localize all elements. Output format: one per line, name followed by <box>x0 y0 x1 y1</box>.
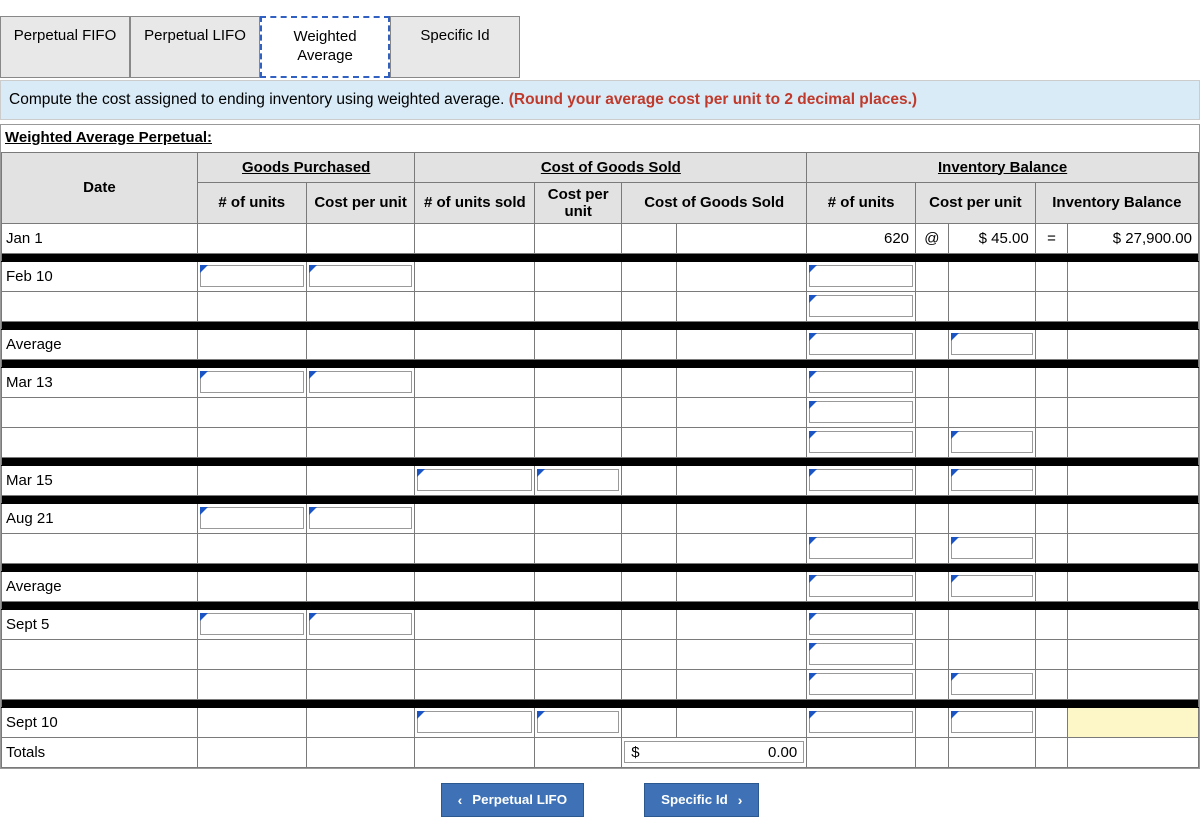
date-cell: Jan 1 <box>2 223 198 253</box>
ib-units-input[interactable] <box>807 639 916 669</box>
ib-units-input[interactable] <box>807 329 916 359</box>
ib-units-input[interactable] <box>807 465 916 495</box>
gp-units-input[interactable] <box>197 261 306 291</box>
inventory-table: Date Goods Purchased Cost of Goods Sold … <box>1 152 1199 768</box>
gp-cost-input[interactable] <box>306 609 415 639</box>
next-button[interactable]: Specific Id › <box>644 783 759 817</box>
ib-cost-input[interactable] <box>948 329 1035 359</box>
gp-cost-input[interactable] <box>306 367 415 397</box>
ib-cost-input[interactable] <box>948 427 1035 457</box>
cogs-value: 0.00 <box>646 744 804 761</box>
ib-cost-input[interactable] <box>948 707 1035 737</box>
ib-units-input[interactable] <box>807 571 916 601</box>
cs-cost-input[interactable] <box>535 465 622 495</box>
date-cell: Sept 10 <box>2 707 198 737</box>
row-sept-5: Sept 5 <box>2 609 1199 639</box>
col-date: Date <box>2 152 198 223</box>
prev-label: Perpetual LIFO <box>472 792 567 807</box>
instruction-banner: Compute the cost assigned to ending inve… <box>0 80 1200 120</box>
date-cell: Aug 21 <box>2 503 198 533</box>
tab-perpetual-lifo[interactable]: Perpetual LIFO <box>130 16 260 78</box>
tab-bar: Perpetual FIFO Perpetual LIFO Weighted A… <box>0 0 1200 78</box>
instruction-emphasis: (Round your average cost per unit to 2 d… <box>509 91 917 108</box>
ib-units-input[interactable] <box>807 533 916 563</box>
col-ib-units: # of units <box>807 182 916 223</box>
row-sept-10: Sept 10 <box>2 707 1199 737</box>
cogs-total: $ 0.00 <box>622 737 807 767</box>
row-aug-21-b <box>2 533 1199 563</box>
next-label: Specific Id <box>661 792 728 807</box>
row-feb-10-b <box>2 291 1199 321</box>
worksheet-section: Weighted Average Perpetual: Date Goods P… <box>0 124 1200 769</box>
date-cell: Mar 15 <box>2 465 198 495</box>
cs-units-input[interactable] <box>415 465 535 495</box>
row-totals: Totals $ 0.00 <box>2 737 1199 767</box>
at-symbol: @ <box>916 223 949 253</box>
gp-units-input[interactable] <box>197 503 306 533</box>
final-balance-cell <box>1068 707 1199 737</box>
ib-cost-input[interactable] <box>948 533 1035 563</box>
ib-cost-input[interactable] <box>948 465 1035 495</box>
chevron-left-icon: ‹ <box>458 792 463 808</box>
cs-cost-input[interactable] <box>535 707 622 737</box>
date-cell: Average <box>2 571 198 601</box>
ib-cost: $ 45.00 <box>948 223 1035 253</box>
gp-cost-input[interactable] <box>306 503 415 533</box>
col-cs-units: # of units sold <box>415 182 535 223</box>
tab-specific-id[interactable]: Specific Id <box>390 16 520 78</box>
date-cell: Mar 13 <box>2 367 198 397</box>
row-aug-21: Aug 21 <box>2 503 1199 533</box>
ib-units-input[interactable] <box>807 291 916 321</box>
col-ib-cost: Cost per unit <box>916 182 1036 223</box>
row-sept-5-c <box>2 669 1199 699</box>
ib-units-input[interactable] <box>807 261 916 291</box>
tab-weighted-average[interactable]: Weighted Average <box>260 16 390 78</box>
ib-units-input[interactable] <box>807 609 916 639</box>
colgroup-cogs: Cost of Goods Sold <box>415 152 807 182</box>
date-cell: Feb 10 <box>2 261 198 291</box>
ib-units-input[interactable] <box>807 707 916 737</box>
col-cs-total: Cost of Goods Sold <box>622 182 807 223</box>
ib-units-input[interactable] <box>807 367 916 397</box>
ib-units-input[interactable] <box>807 669 916 699</box>
nav-bar: ‹ Perpetual LIFO Specific Id › <box>0 769 1200 835</box>
row-average-1: Average <box>2 329 1199 359</box>
ib-cost-input[interactable] <box>948 669 1035 699</box>
instruction-text: Compute the cost assigned to ending inve… <box>9 91 509 108</box>
ib-balance: $ 27,900.00 <box>1068 223 1199 253</box>
ib-units-input[interactable] <box>807 397 916 427</box>
colgroup-goods-purchased: Goods Purchased <box>197 152 415 182</box>
ib-units-input[interactable] <box>807 427 916 457</box>
cs-units-input[interactable] <box>415 707 535 737</box>
currency-symbol: $ <box>625 744 645 761</box>
row-feb-10: Feb 10 <box>2 261 1199 291</box>
gp-cost-input[interactable] <box>306 261 415 291</box>
row-sept-5-b <box>2 639 1199 669</box>
gp-units-input[interactable] <box>197 609 306 639</box>
row-mar-13-b <box>2 397 1199 427</box>
col-gp-cost: Cost per unit <box>306 182 415 223</box>
date-cell: Average <box>2 329 198 359</box>
row-jan-1: Jan 1 620 @ $ 45.00 = $ 27,900.00 <box>2 223 1199 253</box>
col-cs-cost: Cost per unit <box>535 182 622 223</box>
ib-units: 620 <box>807 223 916 253</box>
col-gp-units: # of units <box>197 182 306 223</box>
col-ib-total: Inventory Balance <box>1035 182 1198 223</box>
date-cell: Totals <box>2 737 198 767</box>
tab-perpetual-fifo[interactable]: Perpetual FIFO <box>0 16 130 78</box>
row-mar-13-c <box>2 427 1199 457</box>
chevron-right-icon: › <box>738 792 743 808</box>
prev-button[interactable]: ‹ Perpetual LIFO <box>441 783 584 817</box>
colgroup-inventory-balance: Inventory Balance <box>807 152 1199 182</box>
gp-units-input[interactable] <box>197 367 306 397</box>
row-average-2: Average <box>2 571 1199 601</box>
ib-cost-input[interactable] <box>948 571 1035 601</box>
row-mar-13: Mar 13 <box>2 367 1199 397</box>
row-mar-15: Mar 15 <box>2 465 1199 495</box>
equals-symbol: = <box>1035 223 1068 253</box>
date-cell: Sept 5 <box>2 609 198 639</box>
section-title: Weighted Average Perpetual: <box>1 125 216 152</box>
